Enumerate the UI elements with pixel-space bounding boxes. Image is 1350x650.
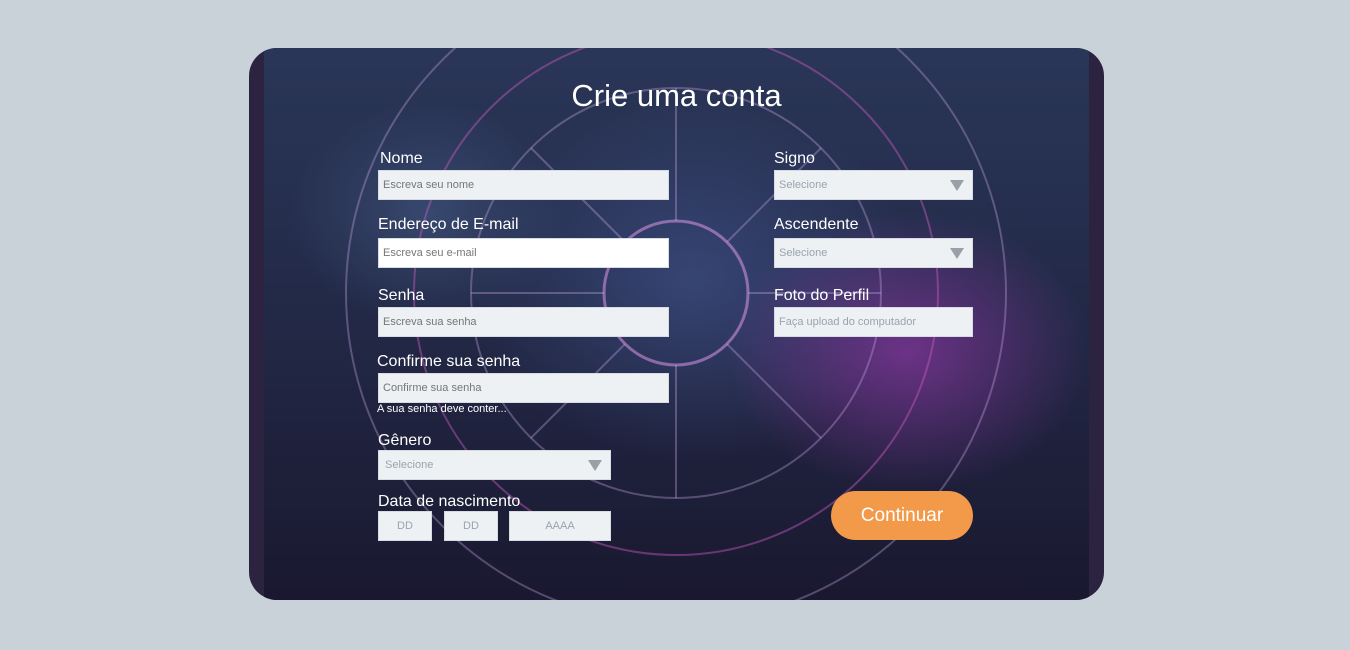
email-label: Endereço de E-mail xyxy=(378,216,519,233)
profile-photo-label: Foto do Perfil xyxy=(774,287,870,304)
birth-month-input[interactable]: DD xyxy=(444,511,498,541)
birth-year-input[interactable]: AAAA xyxy=(509,511,611,541)
chevron-down-icon xyxy=(950,248,964,259)
chevron-down-icon xyxy=(588,460,602,471)
ascendant-select[interactable]: Selecione xyxy=(774,238,973,268)
gender-select-value: Selecione xyxy=(385,459,434,471)
sign-label: Signo xyxy=(774,150,815,167)
confirm-password-input[interactable] xyxy=(378,373,669,403)
ascendant-select-value: Selecione xyxy=(779,247,828,259)
birth-day-placeholder: DD xyxy=(397,520,413,532)
birth-date-label: Data de nascimento xyxy=(378,493,521,510)
name-label: Nome xyxy=(380,150,423,167)
sign-select[interactable]: Selecione xyxy=(774,170,973,200)
gender-select[interactable]: Selecione xyxy=(378,450,611,480)
continue-button[interactable]: Continuar xyxy=(831,491,973,540)
name-input[interactable] xyxy=(378,170,669,200)
birth-month-placeholder: DD xyxy=(463,520,479,532)
sign-select-value: Selecione xyxy=(779,179,828,191)
password-label: Senha xyxy=(378,287,425,304)
password-hint: A sua senha deve conter... xyxy=(377,403,507,415)
gender-label: Gênero xyxy=(378,432,432,449)
profile-photo-placeholder: Faça upload do computador xyxy=(779,316,916,328)
profile-photo-upload[interactable]: Faça upload do computador xyxy=(774,307,973,337)
page-title: Crie uma conta xyxy=(571,78,782,113)
password-input[interactable] xyxy=(378,307,669,337)
email-input[interactable] xyxy=(378,238,669,268)
birth-day-input[interactable]: DD xyxy=(378,511,432,541)
birth-year-placeholder: AAAA xyxy=(545,520,575,532)
confirm-password-label: Confirme sua senha xyxy=(377,353,521,370)
chevron-down-icon xyxy=(950,180,964,191)
ascendant-label: Ascendente xyxy=(774,216,859,233)
signup-card: Crie uma conta Nome Endereço de E-mail S… xyxy=(249,48,1104,600)
